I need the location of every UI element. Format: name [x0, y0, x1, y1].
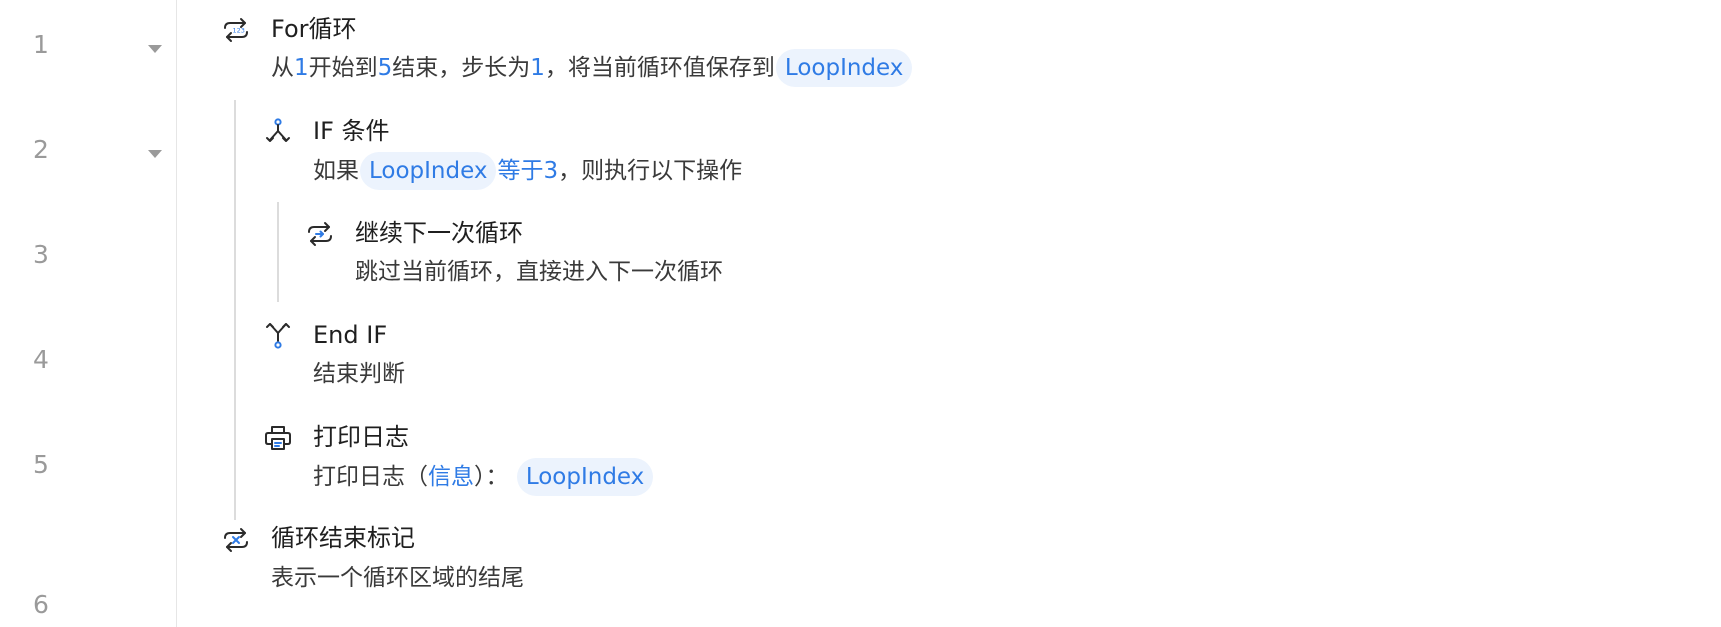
continue-loop-title: 继续下一次循环 — [355, 219, 523, 247]
loop-end-description: 表示一个循环区域的结尾 — [271, 565, 524, 591]
variable-pill-loopindex[interactable]: LoopIndex — [360, 152, 497, 190]
if-condition-description: 如果 LoopIndex 等于3，则执行以下操作 — [313, 152, 742, 190]
for-loop-guide-line — [234, 100, 236, 520]
line-number-3: 3 — [33, 240, 49, 269]
continue-loop-description: 跳过当前循环，直接进入下一次循环 — [355, 259, 723, 285]
print-log-description: 打印日志（信息）： LoopIndex — [313, 458, 654, 496]
end-if-title: End IF — [313, 321, 388, 349]
collapse-caret-2[interactable] — [148, 150, 162, 158]
print-log-level[interactable]: 信息 — [428, 464, 474, 490]
variable-pill-loopindex[interactable]: LoopIndex — [775, 49, 913, 87]
svg-text:123: 123 — [233, 27, 245, 35]
for-loop-desc-begin-to: 开始到 — [308, 55, 378, 81]
branch-merge-icon — [263, 320, 293, 350]
for-loop-desc-save-to: ，将当前循环值保存到 — [544, 55, 775, 81]
collapse-caret-1[interactable] — [148, 45, 162, 53]
variable-pill-loopindex[interactable]: LoopIndex — [516, 458, 654, 496]
line-number-4: 4 — [33, 345, 49, 374]
for-loop-description: 从1开始到5结束，步长为1，将当前循环值保存到 LoopIndex — [271, 49, 913, 87]
line-number-5: 5 — [33, 450, 49, 479]
for-loop-start-value[interactable]: 1 — [294, 55, 309, 81]
print-log-desc-suffix: ）： — [474, 464, 509, 490]
if-guide-line — [277, 202, 279, 302]
if-condition-title: IF 条件 — [313, 117, 390, 145]
loop-end-title: 循环结束标记 — [271, 524, 415, 552]
loop-end-icon — [221, 525, 251, 555]
if-condition-operator[interactable]: 等于3 — [497, 158, 558, 184]
print-log-desc-prefix: 打印日志（ — [313, 464, 428, 490]
for-loop-step-value[interactable]: 1 — [530, 55, 545, 81]
for-loop-end-value[interactable]: 5 — [378, 55, 393, 81]
print-log-title: 打印日志 — [313, 423, 409, 451]
for-loop-desc-from: 从 — [271, 55, 294, 81]
line-number-6: 6 — [33, 590, 49, 619]
line-number-1: 1 — [33, 30, 49, 59]
if-desc-then: ，则执行以下操作 — [558, 158, 743, 184]
end-if-description: 结束判断 — [313, 361, 405, 387]
continue-loop-icon — [305, 219, 335, 249]
if-desc-if: 如果 — [313, 158, 359, 184]
line-number-2: 2 — [33, 135, 49, 164]
for-loop-desc-end-step: 结束，步长为 — [392, 55, 531, 81]
line-number-gutter: 1 2 3 4 5 6 — [0, 0, 177, 627]
loop-icon: 123 — [221, 15, 251, 45]
for-loop-title: For循环 — [271, 15, 357, 43]
printer-icon — [263, 423, 293, 453]
branch-split-icon — [263, 117, 293, 147]
